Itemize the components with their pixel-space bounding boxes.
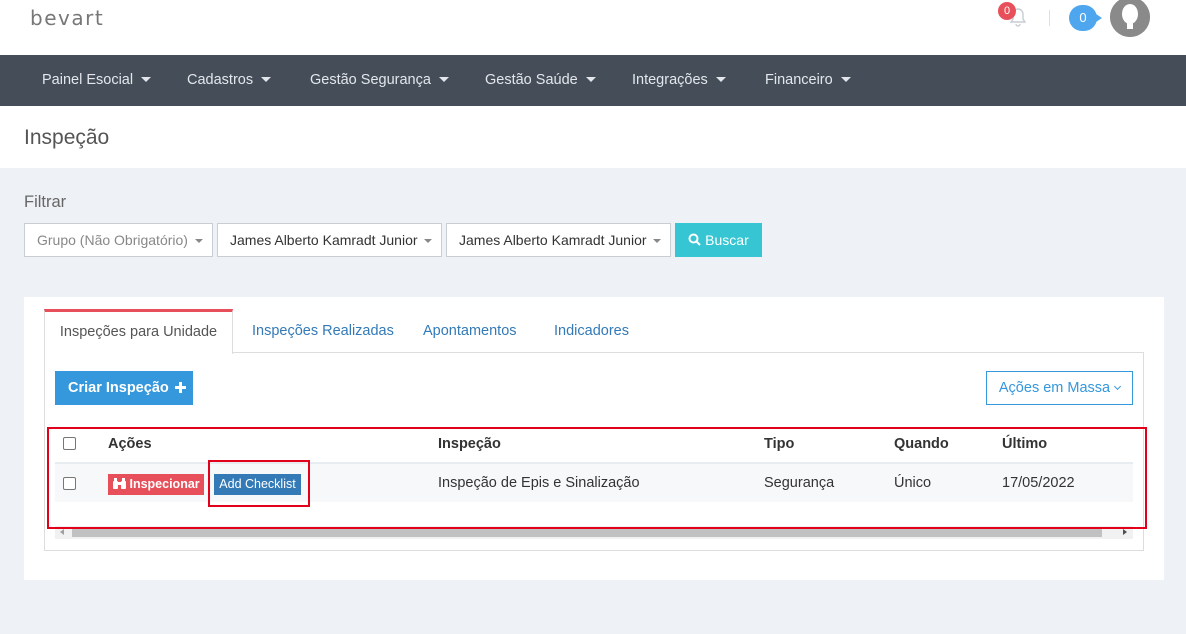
unit-select[interactable]: James Alberto Kamradt Junior (446, 223, 671, 257)
tab-indicadores[interactable]: Indicadores (554, 309, 629, 353)
caret-down-icon (195, 239, 203, 243)
scroll-left-arrow-icon[interactable] (60, 529, 64, 535)
highlight-add-checklist-box (208, 460, 310, 507)
nav-item-gestao-saude[interactable]: Gestão Saúde (485, 55, 596, 106)
caret-down-icon (261, 76, 272, 82)
logo[interactable]: bevart (30, 6, 104, 30)
scrollbar-thumb[interactable] (72, 528, 1102, 537)
tab-inspecoes-unidade[interactable]: Inspeções para Unidade (44, 309, 233, 354)
caret-down-icon (141, 76, 152, 82)
search-icon (688, 233, 701, 246)
nav-label: Financeiro (765, 72, 833, 88)
plus-icon (174, 382, 186, 393)
nav-label: Gestão Segurança (310, 72, 431, 88)
nav-item-integracoes[interactable]: Integrações (632, 55, 726, 106)
create-inspection-button[interactable]: Criar Inspeção (55, 371, 193, 405)
nav-label: Painel Esocial (42, 72, 134, 88)
nav-item-painel-esocial[interactable]: Painel Esocial (42, 55, 152, 106)
caret-down-icon (438, 76, 449, 82)
create-inspection-label: Criar Inspeção (68, 380, 169, 396)
user-avatar[interactable] (1110, 0, 1150, 37)
main-navbar: Painel Esocial Cadastros Gestão Seguranç… (0, 55, 1186, 106)
notifications-badge: 0 (998, 2, 1016, 20)
unit-select-value: James Alberto Kamradt Junior (459, 232, 647, 248)
avatar-silhouette-icon (1110, 0, 1150, 37)
nav-item-gestao-seguranca[interactable]: Gestão Segurança (310, 55, 449, 106)
search-button-label: Buscar (705, 232, 749, 248)
bulk-actions-label: Ações em Massa (998, 380, 1111, 396)
nav-label: Cadastros (187, 72, 254, 88)
filter-label: Filtrar (24, 193, 67, 211)
group-select-value: Grupo (Não Obrigatório) (37, 232, 188, 248)
page-title-bar (0, 106, 1186, 168)
company-select-value: James Alberto Kamradt Junior (230, 232, 418, 248)
tab-apontamentos[interactable]: Apontamentos (423, 309, 517, 353)
caret-down-icon (715, 76, 726, 82)
company-select[interactable]: James Alberto Kamradt Junior (217, 223, 442, 257)
group-select[interactable]: Grupo (Não Obrigatório) (24, 223, 213, 257)
caret-down-icon (424, 239, 432, 243)
nav-item-cadastros[interactable]: Cadastros (187, 55, 272, 106)
nav-item-financeiro[interactable]: Financeiro (765, 55, 851, 106)
page-title: Inspeção (24, 126, 110, 149)
caret-down-icon (585, 76, 596, 82)
bulk-actions-button[interactable]: Ações em Massa (986, 371, 1133, 405)
tab-inspecoes-realizadas[interactable]: Inspeções Realizadas (252, 309, 394, 353)
messages-badge[interactable]: 0 (1069, 5, 1102, 31)
search-button[interactable]: Buscar (675, 223, 762, 257)
caret-down-icon (840, 76, 851, 82)
header-divider (1049, 10, 1050, 26)
chevron-down-icon (1114, 382, 1122, 391)
nav-label: Gestão Saúde (485, 72, 578, 88)
caret-down-icon (653, 239, 661, 243)
scroll-right-arrow-icon[interactable] (1123, 529, 1127, 535)
nav-label: Integrações (632, 72, 708, 88)
top-header: bevart 0 0 (0, 0, 1186, 55)
